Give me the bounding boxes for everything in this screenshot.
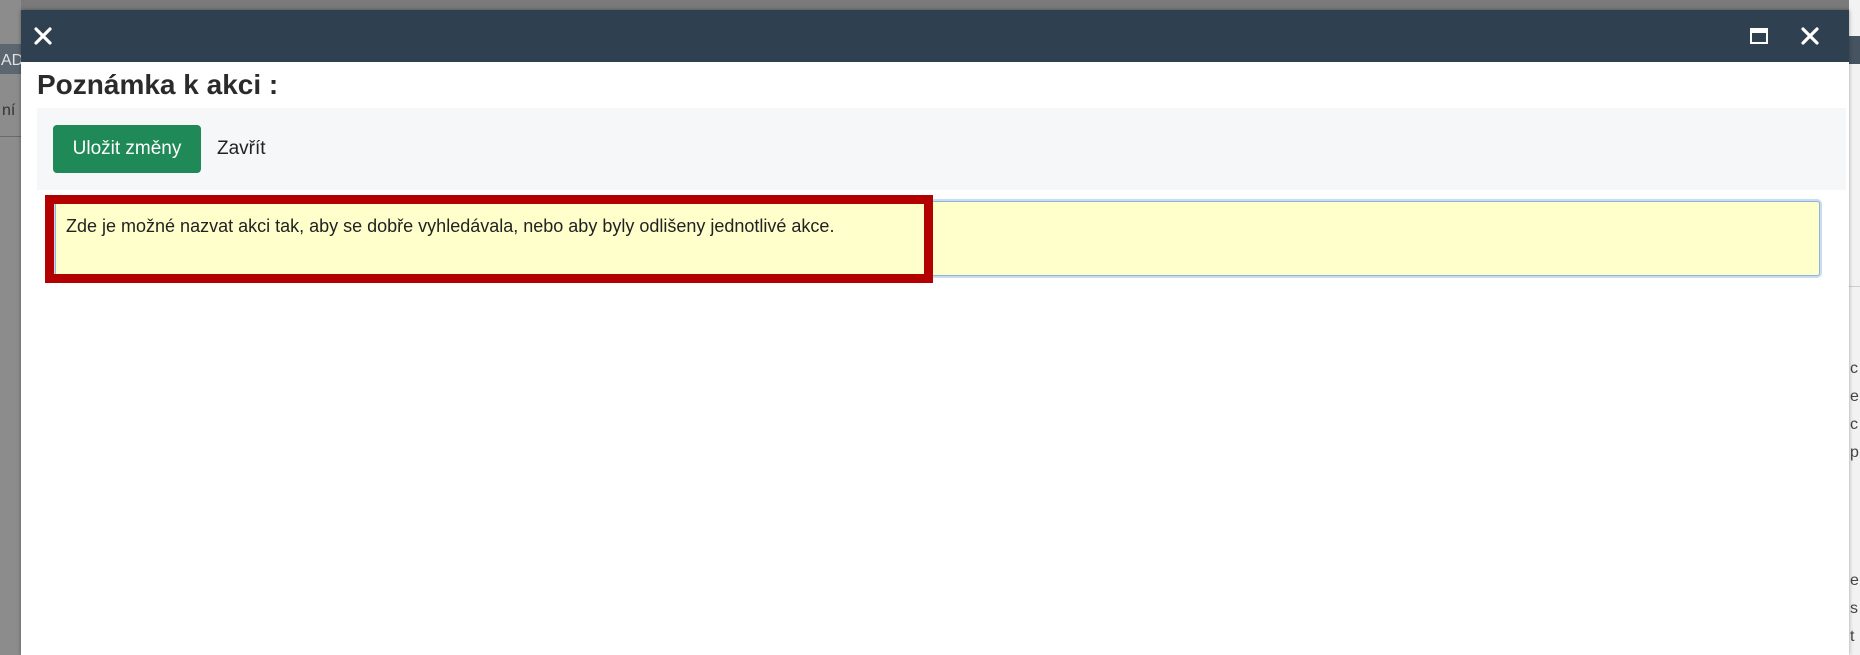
dialog-titlebar [21,10,1849,62]
background-text-fragment: c [1850,416,1858,433]
save-button[interactable]: Uložit změny [53,125,201,173]
close-icon[interactable] [1796,22,1824,50]
maximize-icon[interactable] [1747,24,1771,48]
background-header-bar [1849,36,1860,64]
background-header-text: AD [1,52,24,69]
note-textarea[interactable]: Zde je možné nazvat akci tak, aby se dob… [55,201,1820,276]
background-text-fragment: t [1850,628,1855,645]
background-text-fragment: s [1850,600,1858,617]
background-divider [0,136,21,137]
note-dialog: Poznámka k akci : Uložit změny Zavřít Zd… [21,10,1849,655]
background-divider [1849,286,1860,287]
dialog-toolbar: Uložit změny Zavřít [37,108,1846,190]
background-text-fragment: c [1850,360,1858,377]
background-text-fragment: p [1850,444,1859,461]
close-icon[interactable] [29,22,57,50]
background-text-fragment: e [1850,572,1859,589]
background-page-left: AD ní [0,0,24,655]
background-text-fragment: ní [2,102,16,119]
background-page-right: c e c p e s t [1849,0,1860,655]
page-title: Poznámka k akci : [37,69,279,100]
close-button[interactable]: Zavřít [217,125,266,173]
background-text-fragment: e [1850,388,1859,405]
